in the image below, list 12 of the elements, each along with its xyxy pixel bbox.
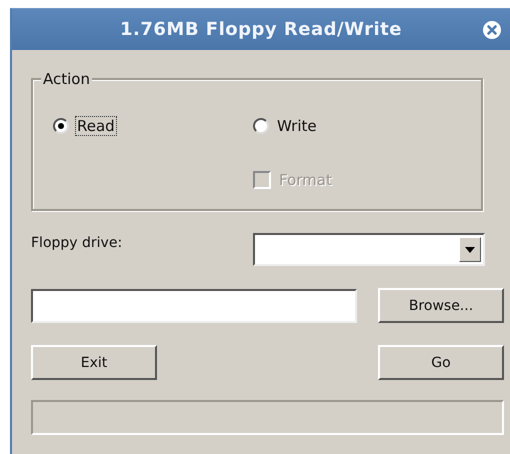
radio-button[interactable] (53, 118, 69, 134)
close-icon[interactable] (482, 20, 502, 40)
file-path-field[interactable] (31, 288, 357, 322)
radio-button[interactable] (253, 118, 269, 134)
exit-button[interactable]: Exit (31, 345, 157, 380)
radio-label[interactable]: Write (275, 116, 319, 136)
window-title: 1.76MB Floppy Read/Write (120, 19, 402, 40)
field-label: Floppy drive: (31, 235, 122, 251)
browse-button[interactable]: Browse... (378, 288, 504, 323)
drive-dropdown[interactable] (253, 233, 485, 266)
go-button[interactable]: Go (378, 345, 504, 380)
radio-label[interactable]: Read (75, 116, 117, 136)
